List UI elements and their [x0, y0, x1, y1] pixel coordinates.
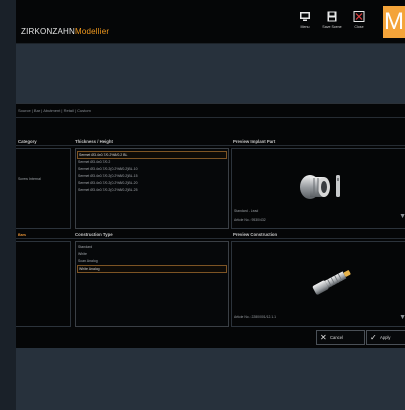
- list-item[interactable]: Scan Analog: [78, 258, 98, 264]
- rotate-arrow-icon[interactable]: ▼: [399, 314, 405, 321]
- thickness-header: Thickness / Height: [75, 139, 113, 144]
- close-button[interactable]: Close: [345, 11, 373, 37]
- construction-part-image: [312, 270, 351, 295]
- construction-preview: Article No.: 2280/001/12.1.1 ▼: [231, 241, 405, 327]
- list-item[interactable]: Sermet Ø3.4x0.7/0.2: [78, 159, 110, 165]
- preview-implant-header: Preview Implant Part: [233, 139, 276, 144]
- menu-label: Menu: [300, 25, 310, 29]
- product-name: Modellier: [75, 27, 110, 36]
- list-item[interactable]: Sermet Ø3.4x0.7/0.2(0.2%8/0.2)BL.10: [78, 166, 138, 172]
- divider: [16, 145, 405, 146]
- category-list[interactable]: Screw Internal: [16, 148, 71, 229]
- close-label: Close: [354, 25, 364, 29]
- app-logo-badge: M: [383, 6, 405, 38]
- list-item[interactable]: White Analog: [77, 265, 227, 273]
- monitor-icon: [300, 12, 310, 21]
- apply-label: Apply: [380, 335, 391, 340]
- desktop-edge: [0, 0, 16, 410]
- thickness-list[interactable]: Sermet Ø3.4x0.7/0.2%8/0.2 BL Sermet Ø3.4…: [75, 148, 229, 229]
- cancel-button[interactable]: ✕ Cancel: [316, 330, 365, 345]
- category-bars-header: Bars: [18, 232, 26, 237]
- brand-name: ZIRKONZAHN: [21, 27, 75, 36]
- category-bars-item[interactable]: Bars: [18, 233, 26, 237]
- apply-button[interactable]: ✓ Apply: [366, 330, 405, 345]
- category-header: Category: [18, 139, 37, 144]
- implant-preview: Standard - Lead Article No.: 9530/432 ▼: [231, 148, 405, 229]
- list-item[interactable]: Sermet Ø3.4x0.7/0.2(0.2%8/0.2)BL.20: [78, 180, 138, 186]
- construction-header: Construction Type: [75, 232, 113, 237]
- divider: [16, 238, 405, 239]
- close-icon: [353, 11, 365, 22]
- construction-list[interactable]: Standard White Scan Analog White Analog: [75, 241, 229, 327]
- list-item[interactable]: Sermet Ø3.4x0.7/0.2(0.2%8/0.2)BL.25: [78, 187, 138, 193]
- list-item[interactable]: Sermet Ø3.4x0.7/0.2(0.2%8/0.2)BL.15: [78, 173, 138, 179]
- list-item[interactable]: Sermet Ø3.4x0.7/0.2%8/0.2 BL: [77, 151, 227, 159]
- menu-button[interactable]: Menu: [291, 11, 319, 37]
- implant-part-image: [300, 175, 340, 199]
- list-item[interactable]: Standard: [78, 244, 92, 250]
- save-scene-label: Save Scene: [322, 25, 342, 29]
- title-bar: ZIRKONZAHNModellier Menu Save Scene Clos…: [16, 0, 405, 44]
- implant-article-text: Article No.: 9530/432: [234, 218, 266, 222]
- app-title: ZIRKONZAHNModellier: [21, 27, 109, 36]
- category-item[interactable]: Screw Internal: [18, 177, 41, 181]
- rotate-arrow-icon[interactable]: ▼: [399, 213, 405, 220]
- save-scene-button[interactable]: Save Scene: [318, 11, 346, 37]
- library-panel: Source | Bar | Abutment | Retail | Custo…: [16, 103, 405, 348]
- breadcrumb: Source | Bar | Abutment | Retail | Custo…: [18, 108, 91, 113]
- construction-article-text: Article No.: 2280/001/12.1.1: [234, 315, 277, 319]
- list-item[interactable]: White: [78, 251, 87, 257]
- implant-standard-text: Standard - Lead: [234, 209, 259, 213]
- preview-construction-header: Preview Construction: [233, 232, 278, 237]
- floppy-disk-icon: [327, 11, 337, 22]
- checkmark-icon: ✓: [370, 333, 377, 342]
- divider: [16, 117, 405, 118]
- x-icon: ✕: [320, 333, 327, 342]
- category-list-lower[interactable]: [16, 241, 71, 327]
- cancel-label: Cancel: [330, 335, 344, 340]
- app-window: ZIRKONZAHNModellier Menu Save Scene Clos…: [16, 0, 405, 410]
